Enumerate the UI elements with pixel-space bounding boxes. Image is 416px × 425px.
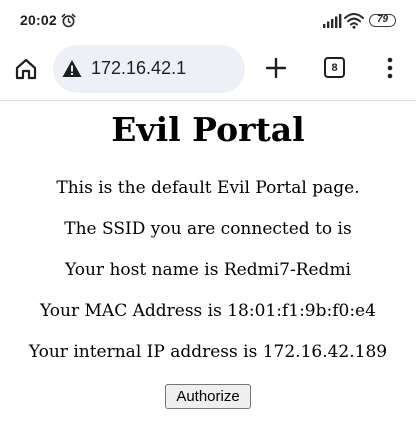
ssid-text: The SSID you are connected to is (64, 219, 352, 239)
browser-toolbar: 172.16.42.1 8 (0, 42, 416, 98)
alarm-icon (61, 13, 76, 28)
status-time: 20:02 (20, 12, 57, 28)
mac-address-text: Your MAC Address is 18:01:f1:9b:f0:e4 (40, 301, 376, 321)
signal-icon (322, 13, 342, 29)
wifi-icon (344, 12, 364, 29)
default-page-text: This is the default Evil Portal page. (56, 178, 360, 198)
more-menu-button[interactable] (380, 54, 400, 82)
battery-level: 79 (376, 14, 389, 25)
authorize-button[interactable]: Authorize (165, 384, 251, 409)
url-text[interactable]: 172.16.42.1 (91, 58, 186, 79)
plus-icon (265, 57, 287, 79)
tabs-button[interactable]: 8 (324, 57, 345, 78)
host-name-text: Your host name is Redmi7-Redmi (65, 260, 351, 280)
status-bar: 20:02 79 (0, 0, 416, 42)
tab-count: 8 (331, 61, 338, 74)
home-icon (15, 58, 37, 80)
home-button[interactable] (11, 54, 41, 84)
battery-icon: 79 (369, 14, 396, 27)
warning-icon[interactable] (62, 59, 82, 78)
ip-address-text: Your internal IP address is 172.16.42.18… (28, 342, 388, 362)
new-tab-button[interactable] (262, 54, 290, 82)
portal-page: Evil Portal This is the default Evil Por… (0, 101, 416, 425)
page-title: Evil Portal (111, 110, 305, 149)
address-bar[interactable]: 172.16.42.1 (53, 45, 245, 93)
more-vertical-icon (387, 57, 393, 79)
